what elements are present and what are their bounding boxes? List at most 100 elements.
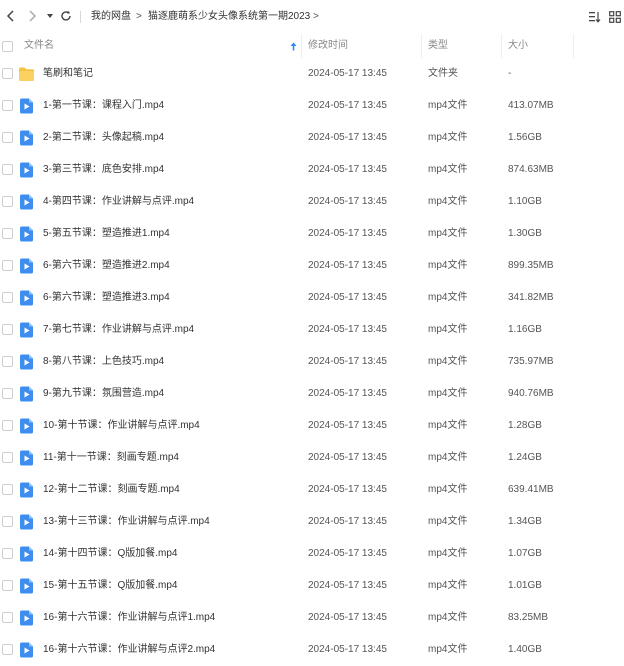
history-dropdown-button[interactable] (43, 9, 57, 23)
file-row[interactable]: 12-第十二节课：刻画专题.mp4 2024-05-17 13:45 mp4文件 63… (0, 474, 624, 506)
file-type: mp4文件 (428, 292, 468, 303)
file-type: mp4文件 (428, 100, 468, 111)
row-checkbox[interactable] (2, 260, 13, 271)
row-checkbox[interactable] (2, 452, 13, 463)
file-modified-time: 2024-05-17 13:45 (308, 484, 387, 495)
file-name[interactable]: 16-第十六节课：作业讲解与点评1.mp4 (43, 602, 215, 634)
file-type: mp4文件 (428, 260, 468, 271)
file-modified-time: 2024-05-17 13:45 (308, 388, 387, 399)
file-row[interactable]: 笔刷和笔记 2024-05-17 13:45 文件夹 - (0, 58, 624, 90)
forward-button[interactable] (25, 9, 39, 23)
file-modified-time: 2024-05-17 13:45 (308, 516, 387, 527)
breadcrumb-current[interactable]: 猫逐鹿萌系少女头像系统第一期2023 (148, 10, 310, 24)
file-name[interactable]: 13-第十三节课：作业讲解与点评.mp4 (43, 506, 210, 538)
row-checkbox[interactable] (2, 164, 13, 175)
file-type: mp4文件 (428, 164, 468, 175)
column-divider[interactable] (501, 34, 502, 58)
row-checkbox[interactable] (2, 196, 13, 207)
file-type: mp4文件 (428, 196, 468, 207)
file-name[interactable]: 6-第六节课：塑造推进2.mp4 (43, 250, 170, 282)
file-size: 1.01GB (508, 580, 542, 591)
refresh-button[interactable] (59, 9, 73, 23)
file-size: 1.28GB (508, 420, 542, 431)
file-row[interactable]: 6-第六节课：塑造推进3.mp4 2024-05-17 13:45 mp4文件 341… (0, 282, 624, 314)
file-name[interactable]: 2-第二节课：头像起稿.mp4 (43, 122, 164, 154)
breadcrumb-root[interactable]: 我的网盘 (91, 10, 131, 24)
file-name[interactable]: 8-第八节课：上色技巧.mp4 (43, 346, 164, 378)
row-checkbox[interactable] (2, 420, 13, 431)
sort-ascending-arrow-icon[interactable] (290, 42, 297, 51)
file-modified-time: 2024-05-17 13:45 (308, 548, 387, 559)
file-row[interactable]: 15-第十五节课：Q版加餐.mp4 2024-05-17 13:45 mp4文件 1.… (0, 570, 624, 602)
row-checkbox[interactable] (2, 612, 13, 623)
file-name[interactable]: 6-第六节课：塑造推进3.mp4 (43, 282, 170, 314)
row-checkbox[interactable] (2, 644, 13, 655)
row-checkbox[interactable] (2, 324, 13, 335)
row-checkbox[interactable] (2, 68, 13, 79)
file-size: 1.24GB (508, 452, 542, 463)
row-checkbox[interactable] (2, 548, 13, 559)
toolbar-divider (80, 11, 81, 23)
file-type: mp4文件 (428, 420, 468, 431)
file-row[interactable]: 9-第九节课：氛围营造.mp4 2024-05-17 13:45 mp4文件 940.… (0, 378, 624, 410)
row-checkbox[interactable] (2, 356, 13, 367)
file-row[interactable]: 7-第七节课：作业讲解与点评.mp4 2024-05-17 13:45 mp4文件 1… (0, 314, 624, 346)
file-row[interactable]: 11-第十一节课：刻画专题.mp4 2024-05-17 13:45 mp4文件 1.… (0, 442, 624, 474)
grid-view-icon[interactable] (609, 11, 621, 23)
file-row[interactable]: 5-第五节课：塑造推进1.mp4 2024-05-17 13:45 mp4文件 1.3… (0, 218, 624, 250)
file-name[interactable]: 12-第十二节课：刻画专题.mp4 (43, 474, 180, 506)
row-checkbox[interactable] (2, 388, 13, 399)
row-checkbox[interactable] (2, 132, 13, 143)
file-name[interactable]: 10-第十节课：作业讲解与点评.mp4 (43, 410, 200, 442)
file-row[interactable]: 4-第四节课：作业讲解与点评.mp4 2024-05-17 13:45 mp4文件 1… (0, 186, 624, 218)
column-header-size[interactable]: 大小 (508, 34, 528, 58)
file-name[interactable]: 5-第五节课：塑造推进1.mp4 (43, 218, 170, 250)
video-file-icon (20, 322, 33, 338)
file-row[interactable]: 3-第三节课：底色安排.mp4 2024-05-17 13:45 mp4文件 874.… (0, 154, 624, 186)
file-row[interactable]: 16-第十六节课：作业讲解与点评2.mp4 2024-05-17 13:45 mp4… (0, 634, 624, 666)
column-header-name[interactable]: 文件名 (24, 34, 54, 58)
file-name[interactable]: 3-第三节课：底色安排.mp4 (43, 154, 164, 186)
file-name[interactable]: 16-第十六节课：作业讲解与点评2.mp4 (43, 634, 215, 666)
file-type: mp4文件 (428, 580, 468, 591)
column-divider[interactable] (421, 34, 422, 58)
column-divider[interactable] (301, 34, 302, 58)
file-name[interactable]: 笔刷和笔记 (43, 58, 93, 90)
file-name[interactable]: 14-第十四节课：Q版加餐.mp4 (43, 538, 177, 570)
row-checkbox[interactable] (2, 484, 13, 495)
file-type: 文件夹 (428, 68, 458, 79)
file-type: mp4文件 (428, 484, 468, 495)
file-row[interactable]: 2-第二节课：头像起稿.mp4 2024-05-17 13:45 mp4文件 1.56… (0, 122, 624, 154)
row-checkbox[interactable] (2, 580, 13, 591)
file-row[interactable]: 1-第一节课：课程入门.mp4 2024-05-17 13:45 mp4文件 413.… (0, 90, 624, 122)
file-type: mp4文件 (428, 356, 468, 367)
file-name[interactable]: 1-第一节课：课程入门.mp4 (43, 90, 164, 122)
file-row[interactable]: 16-第十六节课：作业讲解与点评1.mp4 2024-05-17 13:45 mp4… (0, 602, 624, 634)
file-size: 341.82MB (508, 292, 554, 303)
video-file-icon (20, 130, 33, 146)
row-checkbox[interactable] (2, 292, 13, 303)
file-name[interactable]: 15-第十五节课：Q版加餐.mp4 (43, 570, 177, 602)
column-divider[interactable] (573, 34, 574, 58)
column-header-type[interactable]: 类型 (428, 34, 448, 58)
file-type: mp4文件 (428, 452, 468, 463)
file-size: 639.41MB (508, 484, 554, 495)
row-checkbox[interactable] (2, 228, 13, 239)
row-checkbox[interactable] (2, 516, 13, 527)
select-all-checkbox[interactable] (2, 41, 13, 52)
file-name[interactable]: 4-第四节课：作业讲解与点评.mp4 (43, 186, 194, 218)
file-name[interactable]: 9-第九节课：氛围营造.mp4 (43, 378, 164, 410)
back-button[interactable] (3, 9, 17, 23)
file-row[interactable]: 14-第十四节课：Q版加餐.mp4 2024-05-17 13:45 mp4文件 1.… (0, 538, 624, 570)
file-name[interactable]: 11-第十一节课：刻画专题.mp4 (43, 442, 179, 474)
row-checkbox[interactable] (2, 100, 13, 111)
file-row[interactable]: 13-第十三节课：作业讲解与点评.mp4 2024-05-17 13:45 mp4文… (0, 506, 624, 538)
sort-list-icon[interactable] (589, 11, 601, 23)
file-modified-time: 2024-05-17 13:45 (308, 68, 387, 79)
file-size: 1.16GB (508, 324, 542, 335)
file-row[interactable]: 8-第八节课：上色技巧.mp4 2024-05-17 13:45 mp4文件 735.… (0, 346, 624, 378)
column-header-modified[interactable]: 修改时间 (308, 34, 348, 58)
file-row[interactable]: 6-第六节课：塑造推进2.mp4 2024-05-17 13:45 mp4文件 899… (0, 250, 624, 282)
file-row[interactable]: 10-第十节课：作业讲解与点评.mp4 2024-05-17 13:45 mp4文件… (0, 410, 624, 442)
file-name[interactable]: 7-第七节课：作业讲解与点评.mp4 (43, 314, 194, 346)
